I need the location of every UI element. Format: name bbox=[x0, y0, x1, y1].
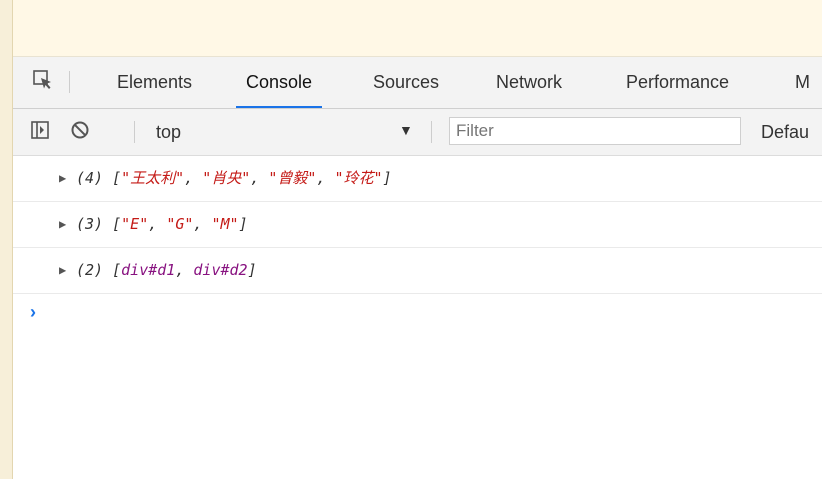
tab-performance[interactable]: Performance bbox=[616, 57, 739, 106]
console-log-row[interactable]: ▶ (3) ["E", "G", "M"] bbox=[13, 202, 822, 248]
console-prompt-row[interactable]: › bbox=[13, 294, 822, 334]
console-log-row[interactable]: ▶ (2) [div#d1, div#d2] bbox=[13, 248, 822, 294]
tab-console[interactable]: Console bbox=[236, 57, 323, 108]
tab-more[interactable]: M bbox=[785, 57, 820, 106]
array-length: (3) bbox=[76, 215, 104, 233]
array-length: (4) bbox=[76, 169, 104, 187]
clear-console-icon[interactable] bbox=[70, 120, 90, 140]
expand-triangle-icon[interactable]: ▶ bbox=[59, 202, 66, 247]
inspect-element-icon[interactable] bbox=[32, 69, 54, 91]
array-item: "G" bbox=[166, 215, 194, 233]
log-levels-dropdown[interactable]: Defau bbox=[761, 122, 809, 143]
element-ref[interactable]: div#d1 bbox=[121, 261, 175, 279]
filter-input[interactable] bbox=[449, 117, 741, 145]
console-toolbar: top ▼ Defau bbox=[13, 109, 822, 156]
context-selector[interactable]: top bbox=[156, 122, 181, 143]
show-sidebar-icon[interactable] bbox=[30, 120, 50, 140]
array-item: "M" bbox=[211, 215, 239, 233]
tab-sources[interactable]: Sources bbox=[363, 57, 449, 106]
tab-elements[interactable]: Elements bbox=[107, 57, 202, 106]
array-item: "肖央" bbox=[202, 169, 251, 187]
devtools-tabbar: Elements Console Sources Network Perform… bbox=[13, 57, 822, 109]
prompt-chevron-icon: › bbox=[30, 302, 36, 322]
console-log-row[interactable]: ▶ (4) ["王太利", "肖央", "曾毅", "玲花"] bbox=[13, 156, 822, 202]
expand-triangle-icon[interactable]: ▶ bbox=[59, 248, 66, 293]
tab-network[interactable]: Network bbox=[486, 57, 572, 106]
tab-separator bbox=[69, 71, 70, 93]
console-output: ▶ (4) ["王太利", "肖央", "曾毅", "玲花"] ▶ (3) ["… bbox=[13, 156, 822, 479]
array-item: "曾毅" bbox=[268, 169, 317, 187]
left-edge bbox=[0, 0, 13, 479]
array-item: "玲花" bbox=[334, 169, 383, 187]
array-item: "E" bbox=[121, 215, 149, 233]
element-ref[interactable]: div#d2 bbox=[193, 261, 247, 279]
page-banner-strip bbox=[13, 0, 822, 57]
chevron-down-icon[interactable]: ▼ bbox=[399, 122, 413, 138]
array-item: "王太利" bbox=[121, 169, 185, 187]
toolbar-separator bbox=[134, 121, 135, 143]
expand-triangle-icon[interactable]: ▶ bbox=[59, 156, 66, 201]
toolbar-separator bbox=[431, 121, 432, 143]
array-length: (2) bbox=[76, 261, 104, 279]
